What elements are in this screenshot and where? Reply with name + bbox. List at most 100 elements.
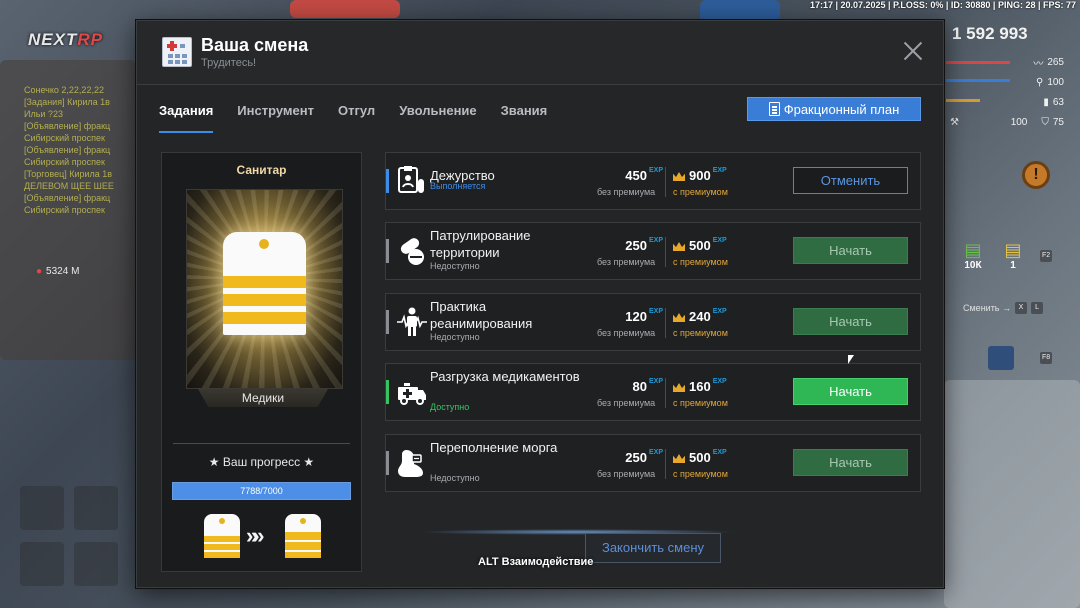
bg-poster-blue: [700, 0, 780, 22]
ammo-icon: ▮: [1043, 96, 1049, 108]
window-subtitle: Трудитесь!: [201, 57, 257, 69]
hunger-bar: [946, 99, 980, 102]
key-x: X: [1015, 302, 1028, 314]
heartbeat-icon: 〰: [1033, 58, 1044, 70]
exp-base-value: 250: [625, 238, 647, 253]
bg-poster-red: [290, 0, 400, 18]
cash-slot-1[interactable]: ▤ 10К: [956, 240, 990, 274]
task-row: Разгрузка медикаментов Доступно 80 EXP без п…: [385, 363, 921, 421]
hotbar-slot-1[interactable]: [20, 486, 64, 530]
exp-premium-label: с премиумом: [673, 469, 728, 479]
mouse-cursor-icon: [848, 355, 854, 364]
warning-icon[interactable]: !: [1022, 161, 1050, 189]
chat-line: [Задания] Кирила 1в: [24, 97, 110, 107]
tab-dismissal[interactable]: Увольнение: [399, 103, 476, 133]
cash-pile-icon: ▤: [1004, 240, 1022, 260]
divider: [173, 443, 350, 444]
weapon-icon: ⚒: [950, 116, 959, 128]
cash-stack-icon: ▤: [964, 240, 982, 260]
progress-text: 7788/7000: [240, 486, 283, 496]
logo-text-left: NEXT: [28, 30, 78, 49]
exp-divider: [665, 167, 666, 197]
progress-title: ★ Ваш прогресс ★: [208, 455, 315, 469]
exp-tag: EXP: [712, 449, 727, 456]
rank-insignia-icon: [223, 232, 306, 335]
interaction-hint: ALT Взаимодействие: [478, 556, 594, 568]
chat-line: [Объявление] фракц: [24, 193, 111, 203]
exp-premium-label: с премиумом: [673, 187, 728, 197]
shift-window: Ваша смена Трудитесь! Задания Инструмент…: [136, 20, 944, 588]
task-accent: [386, 380, 389, 404]
start-task-button[interactable]: Начать: [793, 378, 908, 405]
health-value: 265: [1047, 56, 1064, 68]
tab-instrument[interactable]: Инструмент: [237, 103, 314, 133]
cash-slot-1-value: 10К: [964, 260, 982, 271]
task-name: Переполнение морга: [430, 440, 558, 455]
morgue-foot-icon: [396, 447, 428, 479]
exp-base-value: 80: [632, 379, 647, 394]
document-icon: [768, 102, 780, 116]
start-task-button[interactable]: Начать: [793, 308, 908, 335]
food-icon: ⚲: [1035, 76, 1044, 88]
cash-slot-2[interactable]: ▤ 1: [996, 240, 1030, 274]
chat-line: Сибирский проспек: [24, 205, 105, 215]
food-value: 100: [1047, 76, 1064, 88]
tab-leave[interactable]: Отгул: [338, 103, 375, 133]
finish-shift-button[interactable]: Закончить смену: [585, 533, 721, 563]
switch-hint: Сменить → X L: [963, 302, 1044, 314]
current-rank-icon: [204, 514, 240, 558]
task-row: Патрулирование территории Недоступно 250 EX…: [385, 222, 921, 280]
logo-text-right: RP: [77, 30, 103, 49]
progress-bar: 7788/7000: [172, 482, 351, 500]
task-accent: [386, 169, 389, 193]
exp-premium-value: 240: [689, 309, 711, 324]
tab-ranks[interactable]: Звания: [501, 103, 548, 133]
task-accent: [386, 239, 389, 263]
exp-premium-label: с премиумом: [673, 257, 728, 267]
exp-tag: EXP: [648, 308, 663, 315]
key-l: L: [1031, 302, 1044, 314]
stat-row-ammo: ▮ 63: [946, 92, 1064, 112]
hotbar-slot-2[interactable]: [74, 486, 118, 530]
hotbar-slot-3[interactable]: [20, 542, 64, 586]
start-task-button[interactable]: Начать: [793, 449, 908, 476]
rank-card: [186, 189, 343, 389]
exp-tag: EXP: [712, 378, 727, 385]
armor-icon: ⛉: [1041, 116, 1049, 128]
exp-premium-label: с премиумом: [673, 328, 728, 338]
exp-divider: [665, 308, 666, 338]
health-bar: [946, 61, 1010, 64]
crown-icon: [673, 454, 685, 463]
crown-icon: [673, 242, 685, 251]
task-name: Патрулирование территории: [430, 228, 531, 260]
exp-premium: 900 EXP с премиумом: [673, 167, 753, 197]
chat-line: [Объявление] фракц: [24, 121, 111, 131]
distance-value: 5324 M: [46, 266, 80, 277]
exp-base-value: 250: [625, 450, 647, 465]
cancel-task-button[interactable]: Отменить: [793, 167, 908, 194]
faction-plan-label: Фракционный план: [783, 101, 900, 117]
start-task-button[interactable]: Начать: [793, 237, 908, 264]
chat-line: [Объявление] фракц: [24, 145, 111, 155]
tab-tasks[interactable]: Задания: [159, 103, 214, 133]
cash-slot-2-value: 1: [1010, 260, 1016, 271]
exp-base-value: 120: [625, 309, 647, 324]
task-name: Разгрузка медикаментов: [430, 369, 580, 384]
exp-premium-label: с премиумом: [673, 398, 728, 408]
stat-small-value: 100: [1010, 116, 1028, 128]
exp-tag: EXP: [712, 308, 727, 315]
exp-premium: 500 EXP с премиумом: [673, 449, 753, 479]
map-pin-icon: ●: [36, 266, 43, 277]
exp-base-value: 450: [625, 168, 647, 183]
hotkey-f8: F8: [1040, 352, 1053, 364]
faction-plan-button[interactable]: Фракционный план: [747, 97, 921, 121]
exp-tag: EXP: [712, 237, 727, 244]
task-status: Недоступно: [430, 473, 480, 483]
armor-bar: [946, 79, 1010, 82]
exp-tag: EXP: [712, 167, 727, 174]
hotbar-slot-4[interactable]: [74, 542, 118, 586]
stat-row-food: ⚲ 100: [946, 72, 1064, 92]
close-icon[interactable]: [901, 39, 925, 63]
calendar-icon[interactable]: [988, 346, 1014, 370]
chat-line: [Торговец] Кирила 1в: [24, 169, 113, 179]
